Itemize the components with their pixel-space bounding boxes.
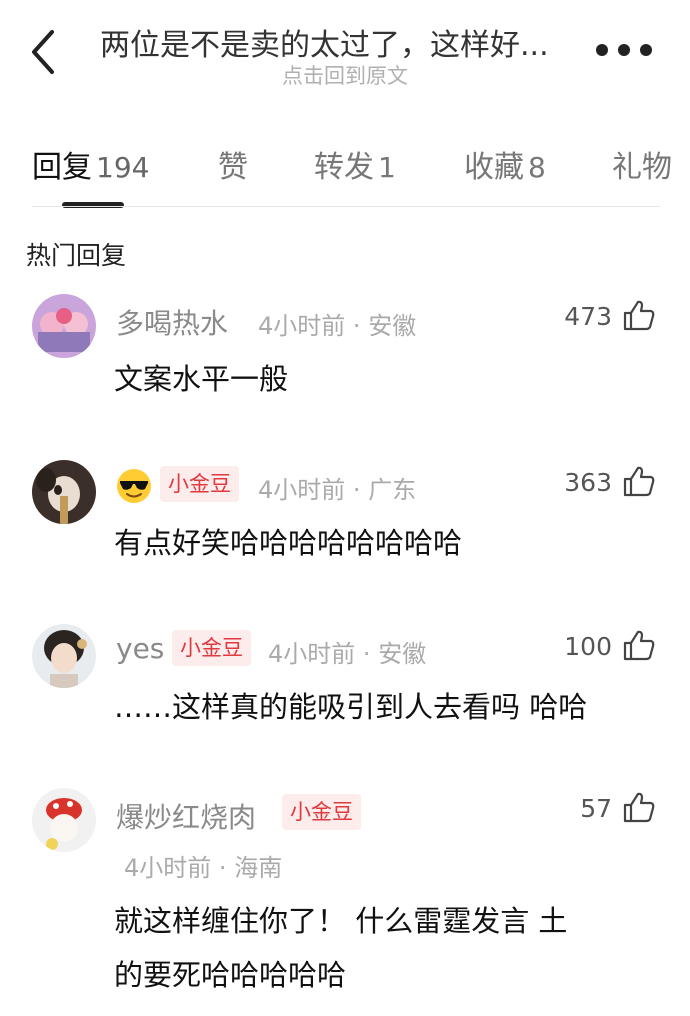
tab-favorites-count: 8: [528, 151, 546, 184]
username[interactable]: 多喝热水: [116, 302, 228, 342]
more-options-button[interactable]: [596, 36, 652, 64]
comment-text: 的要死哈哈哈哈哈: [114, 958, 347, 992]
back-to-original-link[interactable]: 点击回到原文: [0, 60, 690, 90]
username[interactable]: 爆炒红烧肉: [116, 796, 256, 836]
avatar[interactable]: [32, 294, 96, 358]
tab-likes-label: 赞: [218, 150, 248, 185]
tab-gifts-label: 礼物: [612, 150, 672, 185]
sunglasses-emoji-icon: [117, 469, 151, 503]
comment-text: 文案水平一般: [114, 362, 289, 396]
avatar[interactable]: [32, 460, 96, 524]
top-bar: 两位是不是卖的太过了，这样好... 点击回到原文: [0, 0, 690, 100]
comment-meta: 4小时前 · 广东: [258, 476, 417, 504]
tab-replies[interactable]: 回复 194: [32, 142, 149, 186]
thumbs-up-icon[interactable]: [622, 464, 656, 498]
active-tab-indicator: [62, 202, 124, 208]
tab-replies-label: 回复: [32, 150, 92, 185]
like-count: 100: [564, 632, 612, 661]
status-badge: 小金豆: [172, 630, 251, 666]
thumbs-up-icon[interactable]: [622, 628, 656, 662]
like-count: 473: [564, 302, 612, 331]
tab-reposts-label: 转发: [314, 150, 374, 185]
thumbs-up-icon[interactable]: [622, 790, 656, 824]
like-count: 57: [580, 794, 612, 823]
post-title[interactable]: 两位是不是卖的太过了，这样好...: [100, 20, 580, 64]
comment-meta: 4小时前 · 安徽: [268, 640, 427, 668]
comment-text: 有点好笑哈哈哈哈哈哈哈哈: [114, 526, 463, 560]
status-badge: 小金豆: [282, 794, 361, 830]
username[interactable]: yes: [116, 632, 164, 665]
tab-favorites[interactable]: 收藏 8: [464, 142, 546, 186]
avatar[interactable]: [32, 624, 96, 688]
tab-favorites-label: 收藏: [464, 150, 524, 185]
section-title: 热门回复: [26, 241, 127, 270]
comment-text: ……这样真的能吸引到人去看吗 哈哈: [114, 690, 588, 724]
comment-meta: 4小时前 · 安徽: [258, 312, 417, 340]
like-count: 363: [564, 468, 612, 497]
status-badge: 小金豆: [160, 466, 239, 502]
divider: [32, 206, 660, 207]
more-dots-icon: [596, 44, 608, 56]
tab-reposts-count: 1: [378, 151, 396, 184]
comment-text: 就这样缠住你了！ 什么雷霆发言 土: [114, 904, 568, 938]
tab-replies-count: 194: [96, 151, 150, 184]
comment-meta: 4小时前 · 海南: [124, 854, 283, 882]
tab-reposts[interactable]: 转发 1: [314, 142, 396, 186]
tab-likes[interactable]: 赞: [218, 142, 248, 186]
tab-bar: 回复 194 赞 转发 1 收藏 8 礼物: [0, 132, 690, 208]
thumbs-up-icon[interactable]: [622, 298, 656, 332]
avatar[interactable]: [32, 788, 96, 852]
tab-gifts[interactable]: 礼物: [612, 142, 690, 186]
